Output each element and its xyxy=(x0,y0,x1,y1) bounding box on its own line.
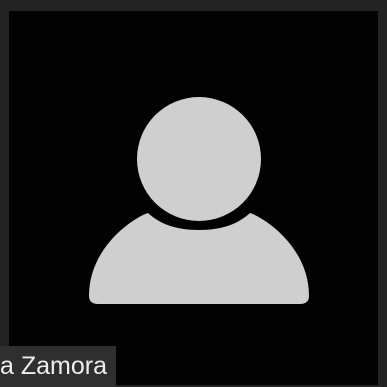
participant-name-label: a Zamora xyxy=(0,346,116,387)
avatar-head xyxy=(137,97,261,221)
participant-video-tile[interactable]: a Zamora xyxy=(0,0,387,387)
user-silhouette-icon xyxy=(89,97,309,304)
avatar-shoulders xyxy=(89,213,309,304)
